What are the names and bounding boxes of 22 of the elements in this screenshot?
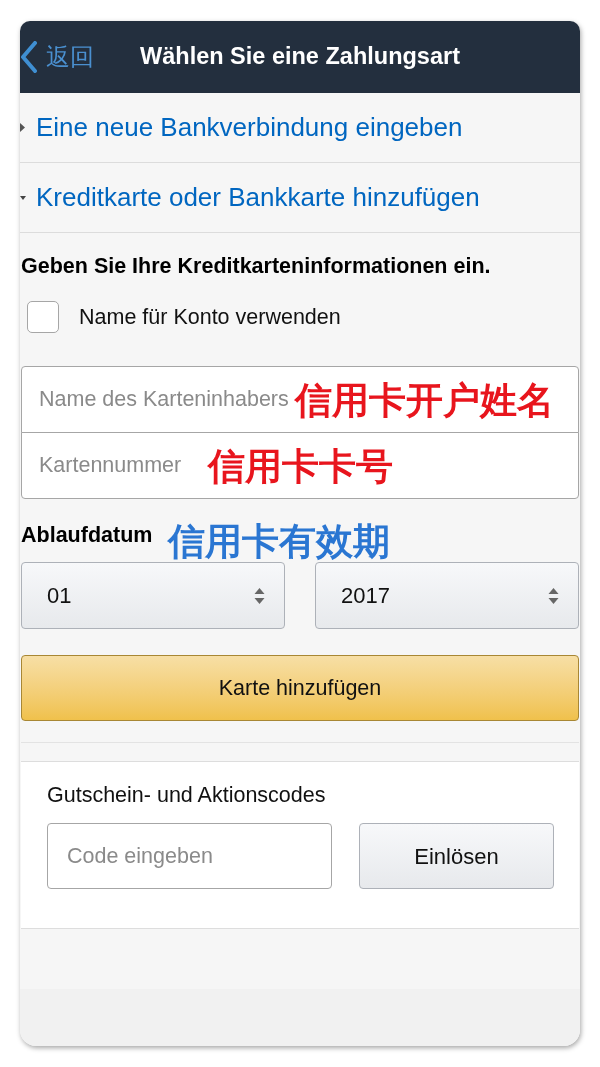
back-button[interactable]: 返回 (20, 41, 94, 73)
code-input-field[interactable]: Code eingeben (47, 823, 332, 890)
expiry-label: Ablaufdatum (21, 521, 153, 549)
chevron-left-icon (20, 41, 38, 73)
dropdown-select[interactable]: 01 (21, 562, 285, 630)
redeem-button[interactable]: Einlösen (359, 823, 554, 890)
promo-heading: Gutschein- und Aktionscodes (47, 783, 327, 808)
page-title: Wählen Sie eine Zahlungsart (140, 42, 460, 72)
up-down-caret-icon (548, 586, 559, 605)
caret-right-icon (20, 123, 26, 132)
section-toggle[interactable]: Eine neue Bankverbindung eingeben (20, 93, 580, 163)
form-heading: Geben Sie Ihre Kreditkarteninformationen ein. (21, 253, 492, 278)
section-toggle[interactable]: Kreditkarte oder Bankkarte hinzufügen (20, 163, 580, 233)
checkbox[interactable] (27, 301, 59, 334)
up-down-caret-icon (254, 586, 265, 605)
annotation-text: 信用卡有效期 (168, 523, 391, 561)
add-card-button[interactable]: Karte hinzufügen (21, 655, 579, 722)
annotation-text: 信用卡开户姓名 (295, 381, 554, 419)
dropdown-select[interactable]: 2017 (315, 562, 579, 630)
annotation-text: 信用卡卡号 (208, 447, 393, 485)
checkbox-label: Name für Konto verwenden (79, 304, 341, 331)
caret-down-icon (20, 194, 26, 201)
